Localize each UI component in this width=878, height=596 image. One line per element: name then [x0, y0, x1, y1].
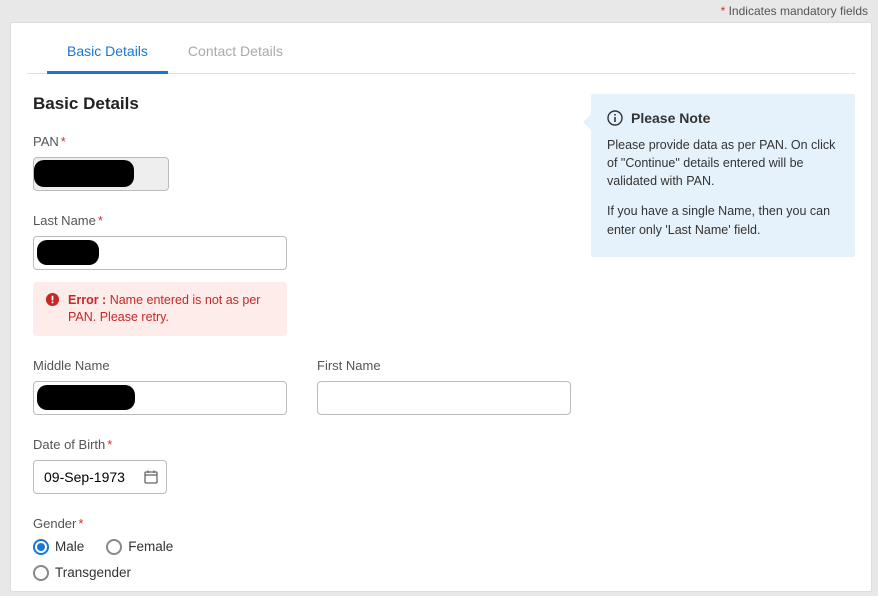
firstname-label: First Name: [317, 358, 571, 373]
note-title: Please Note: [631, 110, 710, 126]
tab-bar: Basic Details Contact Details: [27, 33, 855, 74]
note-paragraph-1: Please provide data as per PAN. On click…: [607, 136, 839, 190]
dob-input[interactable]: [33, 460, 167, 494]
middlename-label: Middle Name: [33, 358, 287, 373]
form-card: Basic Details Contact Details Basic Deta…: [10, 22, 872, 592]
error-prefix: Error :: [68, 293, 106, 307]
note-paragraph-2: If you have a single Name, then you can …: [607, 202, 839, 238]
section-title: Basic Details: [33, 94, 571, 114]
redacted-pan: [34, 160, 134, 187]
please-note-box: Please Note Please provide data as per P…: [591, 94, 855, 257]
gender-female-radio[interactable]: Female: [106, 539, 173, 555]
info-icon: [607, 110, 623, 126]
lastname-label: Last Name*: [33, 213, 571, 228]
tab-contact-details[interactable]: Contact Details: [168, 33, 303, 74]
error-icon: [45, 292, 60, 307]
gender-label: Gender*: [33, 516, 571, 531]
redacted-middlename: [37, 385, 135, 410]
tab-basic-details[interactable]: Basic Details: [47, 33, 168, 74]
gender-transgender-radio[interactable]: Transgender: [33, 565, 571, 581]
pan-label: PAN*: [33, 134, 571, 149]
gender-male-radio[interactable]: Male: [33, 539, 84, 555]
firstname-input[interactable]: [317, 381, 571, 415]
dob-label: Date of Birth*: [33, 437, 571, 452]
mandatory-indicator: * Indicates mandatory fields: [10, 0, 872, 22]
redacted-lastname: [37, 240, 99, 265]
error-box: Error : Name entered is not as per PAN. …: [33, 282, 287, 336]
